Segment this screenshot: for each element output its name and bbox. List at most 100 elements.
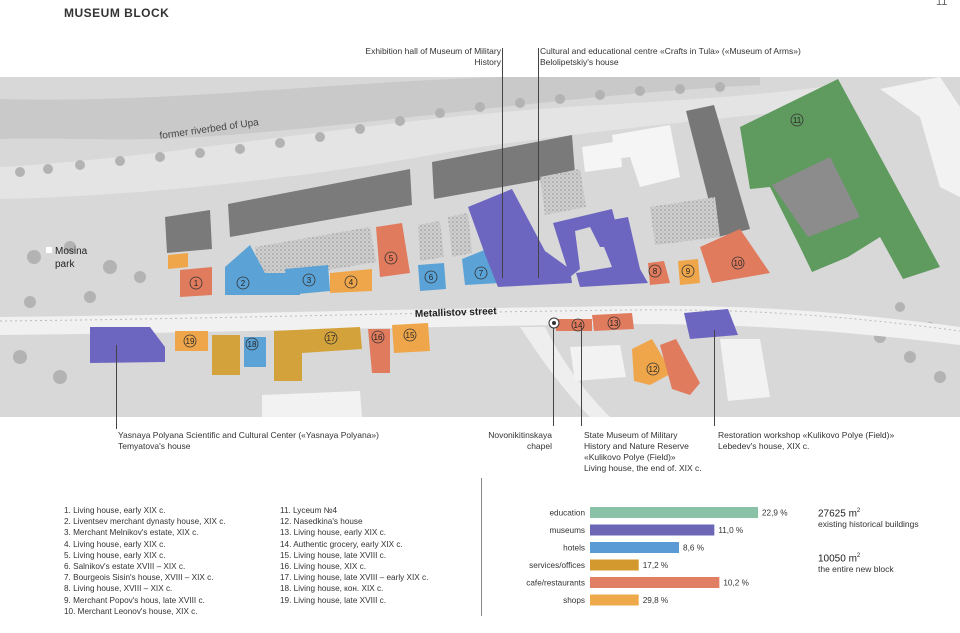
leader-line [714,330,715,426]
stat-value: 10050 m2 [818,551,894,564]
stat-unit: 2 [856,508,861,514]
usage-bar-chart: education 22,9 % museums 11,0 % hotels 8,6 % s… [526,507,788,606]
bar-category-label: museums [550,526,586,535]
courtyard [418,221,444,261]
stat-number: 10050 m [818,553,857,565]
callout-line: Novonikitinskaya [488,430,552,440]
building-number: 19 [186,337,195,346]
callout-line: «Kulikovo Polye (Field)» [584,452,676,462]
callout-line: History and Nature Reserve [584,441,689,451]
building-number: 9 [686,267,691,276]
leader-line [116,345,117,429]
park-marker [46,247,52,253]
legend-item: 7. Bourgeois Sisin's house, XVIII – XIX … [64,573,214,583]
building-number: 5 [389,254,394,263]
legend-item: 12. Nasedkina's house [280,517,363,527]
gray-building [165,210,212,253]
bar-value-label: 29,8 % [643,596,669,605]
courtyard [540,169,586,215]
park-label: park [55,259,75,270]
callout-state-museum: State Museum of Military History and Nat… [584,430,702,474]
building-number: 8 [653,267,658,276]
bar-category-label: cafe/restaurants [526,579,585,588]
legend-item: 11. Lyceum №4 [280,506,338,515]
callout-exhibition-hall: Exhibition hall of Museum of Military Hi… [365,46,501,68]
legend-item: 1. Living house, early XIX c. [64,506,166,515]
legend-column-1: 1. Living house, early XIX c. 2. Livents… [64,505,226,617]
bar-value-label: 10,2 % [723,579,749,588]
stat-label: the entire new block [818,564,894,575]
stat-existing-buildings: 27625 m2 existing historical buildings [818,506,919,530]
legend-item: 16. Living house, XIX c. [280,562,367,572]
site-plan-map: 1 2 3 4 5 6 7 8 9 10 11 12 13 14 15 16 1… [0,77,960,417]
callout-line: Lebedev's house, XIX c. [718,441,810,451]
leader-line [581,328,582,426]
legend-column-2: 11. Lyceum №4 12. Nasedkina's house 13. … [280,505,428,606]
bar-value-label: 17,2 % [643,561,669,570]
leader-line [502,48,503,278]
callout-line: Belolipetskiy's house [540,57,619,67]
legend-item: 6. Salnikov's estate XVIII – XIX c. [64,562,186,572]
building-number: 13 [610,319,619,328]
legend-item: 17. Living house, late XVIII – early XIX… [280,573,429,583]
callout-line: Restoration workshop «Kulikovo Polye (Fi… [718,430,895,440]
bar-category-label: education [549,509,585,518]
bar-category-label: shops [563,596,585,605]
building-number: 3 [307,276,312,285]
chapel-marker-dot [552,321,556,325]
white-building [570,345,626,381]
yasnaya-polyana-center [90,327,165,363]
legend-item: 9. Merchant Popov's hous, late XVIII c. [64,595,205,605]
bar-museums [590,524,715,536]
bar-education [590,507,758,518]
park-label: Mosina [55,246,88,257]
callout-restoration-workshop: Restoration workshop «Kulikovo Polye (Fi… [718,430,894,452]
legend-item: 13. Living house, early XIX c. [280,528,387,538]
building-number: 4 [349,278,354,287]
building-number: 18 [248,340,257,349]
bar-hotels [590,542,680,553]
legend-item: 19. Living house, late XVIII c. [280,595,387,605]
white-building [262,391,362,417]
callout-line: State Museum of Military [584,430,678,440]
page-title: MUSEUM BLOCK [64,6,170,20]
bar-shops [590,594,639,606]
callout-line: Temyatova's house [118,441,191,451]
callout-chapel: Novonikitinskaya chapel [488,430,552,452]
page-number: 11 [936,0,948,8]
callout-cultural-centre: Cultural and educational centre «Crafts … [540,46,801,68]
building-number: 1 [194,279,199,288]
callout-line: Living house, the end of. XIX c. [584,463,702,473]
building-number: 15 [406,331,415,340]
stat-value: 27625 m2 [818,506,919,519]
building-number: 17 [327,334,336,343]
legend-item: 8. Living house, XVIII – XIX c. [64,584,173,594]
callout-line: Exhibition hall of Museum of Military [365,46,501,56]
bar-services-offices [590,559,639,571]
bar-value-label: 11,0 % [718,526,743,535]
legend-item: 14. Authentic grocery, early XIX c. [280,539,403,549]
leader-line [553,328,554,426]
section-divider [481,478,482,616]
callout-line: chapel [526,441,552,451]
services-building [212,335,240,375]
stat-unit: 2 [856,553,861,559]
legend-item: 18. Living house, кон. XIX c. [280,584,384,594]
building-number: 11 [793,116,802,125]
legend-item: 15. Living house, late XVIII c. [280,550,387,560]
legend-item: 10. Merchant Leonov's house, XIX c. [64,606,198,616]
bar-value-label: 22,9 % [762,509,788,518]
callout-yasnaya-polyana: Yasnaya Polyana Scientific and Cultural … [118,430,379,452]
legend-item: 5. Living house, early XIX c. [64,550,166,560]
building-number: 10 [734,259,743,268]
building-1-annex [168,253,188,269]
bar-category-label: services/offices [529,561,585,570]
courtyard [448,213,472,257]
building-number: 12 [649,365,658,374]
callout-line: History [474,57,501,67]
bar-cafe-restaurants [590,577,720,588]
stat-label: existing historical buildings [818,519,919,530]
building-number: 2 [241,279,246,288]
building-number: 16 [374,333,383,342]
legend-item: 4. Living house, early XIX c. [64,539,166,549]
